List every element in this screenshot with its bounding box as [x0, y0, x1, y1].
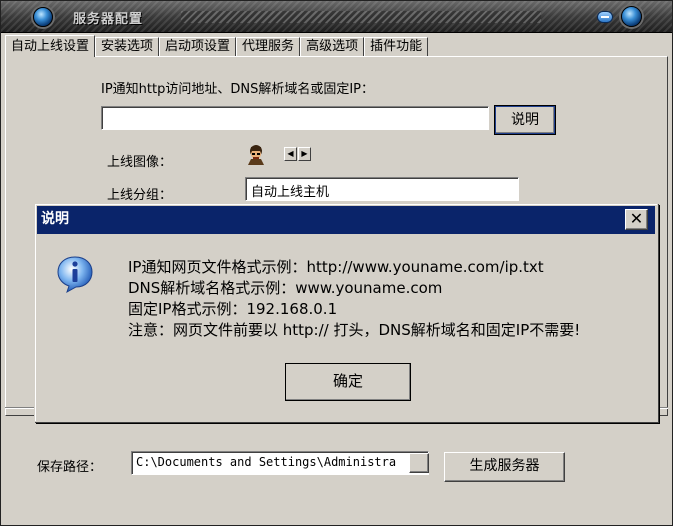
avatar-label: 上线图像：	[107, 155, 173, 170]
generate-server-button[interactable]: 生成服务器	[444, 452, 565, 482]
avatar-icon[interactable]	[245, 143, 267, 165]
url-input[interactable]	[101, 106, 489, 130]
tab-strip: 自动上线设置 安装选项 启动项设置 代理服务 高级选项 插件功能	[5, 35, 429, 57]
browse-button[interactable]	[409, 453, 429, 473]
tab-advanced-options[interactable]: 高级选项	[300, 37, 365, 57]
save-path-label: 保存路径：	[37, 460, 103, 475]
dialog-line-1: IP通知网页文件格式示例：http://www.youname.com/ip.t…	[128, 258, 544, 276]
tab-startup-settings[interactable]: 启动项设置	[159, 37, 237, 57]
ok-button[interactable]: 确定	[285, 363, 411, 401]
ip-prompt-label: IP通知http访问地址、DNS解析域名或固定IP：	[101, 82, 375, 97]
dialog-line-3: 固定IP格式示例：192.168.0.1	[128, 300, 338, 318]
title-bar[interactable]: 服务器配置	[1, 1, 672, 33]
dialog-title: 说明	[41, 211, 69, 227]
dialog-line-4: 注意：网页文件前要以 http:// 打头，DNS解析域名和固定IP不需要!	[128, 321, 581, 339]
dialog-close-icon[interactable]: ✕	[625, 209, 648, 230]
save-path-input[interactable]: C:\Documents and Settings\Administra	[131, 451, 429, 475]
explain-dialog: 说明 ✕ IP通知网页文件格式示例：http://www.youname.com…	[34, 203, 658, 422]
close-orb-button[interactable]	[621, 6, 642, 27]
tab-auto-online[interactable]: 自动上线设置	[5, 35, 96, 57]
tab-proxy-service[interactable]: 代理服务	[236, 37, 301, 57]
group-label: 上线分组：	[107, 188, 173, 203]
info-icon	[57, 256, 93, 294]
tab-plugins[interactable]: 插件功能	[364, 37, 429, 57]
avatar-next-button[interactable]: ▶	[298, 147, 311, 161]
group-input[interactable]: 自动上线主机	[245, 177, 519, 201]
title-decoration	[181, 11, 541, 23]
avatar-prev-button[interactable]: ◀	[284, 147, 297, 161]
minimize-button[interactable]	[597, 11, 613, 23]
window-title: 服务器配置	[73, 12, 144, 27]
server-config-window: 服务器配置 自动上线设置 安装选项 启动项设置 代理服务 高级选项 插件功能 I…	[0, 0, 673, 526]
app-orb-icon	[33, 7, 53, 27]
dialog-title-bar[interactable]: 说明	[37, 206, 655, 234]
tab-install-options[interactable]: 安装选项	[95, 37, 160, 57]
explain-button[interactable]: 说明	[494, 105, 556, 135]
dialog-line-2: DNS解析域名格式示例：www.youname.com	[128, 279, 443, 297]
